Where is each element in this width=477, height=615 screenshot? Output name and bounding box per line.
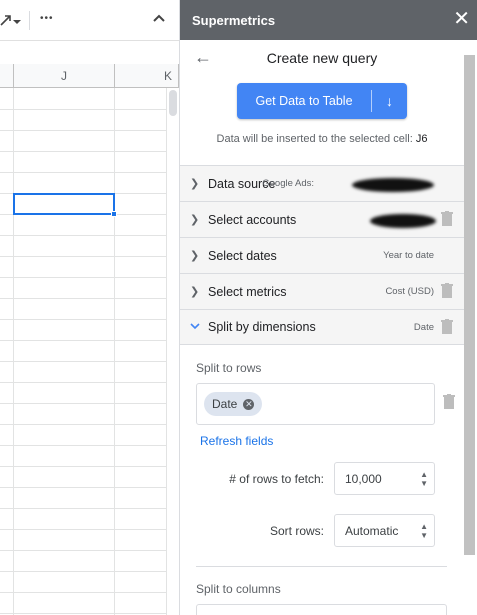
row-split-by-dimensions[interactable]: Split by dimensions Date [180, 309, 464, 345]
get-data-button-label[interactable]: Get Data to Table [237, 94, 371, 108]
sidebar-title: Supermetrics [192, 12, 276, 28]
row-select-metrics[interactable]: ❯ Select metrics Cost (USD) [180, 273, 464, 309]
trash-icon[interactable] [441, 283, 455, 299]
more-options-icon[interactable]: ••• [40, 13, 54, 24]
supermetrics-sidebar: Supermetrics ✕ ← Create new query Get Da… [179, 0, 477, 615]
sheet-scroll-thumb[interactable] [169, 90, 177, 116]
grid-line [0, 319, 168, 320]
sort-rows-value: Automatic [345, 523, 399, 538]
grid-line [0, 151, 168, 152]
chevron-right-icon: ❯ [190, 214, 200, 226]
grid-line [0, 256, 168, 257]
sheet-scrollbar[interactable] [166, 88, 179, 615]
grid-line [0, 466, 168, 467]
grid-line [0, 277, 168, 278]
insert-note: Data will be inserted to the selected ce… [180, 133, 464, 145]
rows-to-fetch-input[interactable]: 10,000 ▲ ▼ [334, 462, 435, 495]
grid-line [0, 529, 168, 530]
section-divider [196, 566, 447, 567]
grid-line [0, 445, 168, 446]
toolbar-divider [29, 11, 30, 30]
download-arrow-icon[interactable]: ↓ [372, 93, 407, 109]
stepper-icon[interactable]: ▲ ▼ [420, 522, 428, 540]
columns-dimension-field[interactable] [196, 604, 447, 615]
grid-line [0, 235, 168, 236]
chip-label: Date [212, 397, 238, 411]
column-header-k[interactable]: K [115, 64, 179, 88]
redacted-account-name [352, 178, 434, 192]
grid-line [0, 403, 168, 404]
row-value: Google Ads: [262, 178, 314, 189]
expand-arrow-icon[interactable] [0, 12, 14, 31]
refresh-fields-link[interactable]: Refresh fields [200, 434, 273, 448]
chevron-down-icon [190, 321, 208, 333]
sheet-toolbar: ••• [0, 0, 179, 41]
grid-line [0, 508, 168, 509]
row-data-source[interactable]: ❯ Data source Google Ads: [180, 165, 464, 201]
grid-line [0, 487, 168, 488]
dropdown-caret-icon[interactable] [13, 14, 21, 29]
grid-line [0, 550, 168, 551]
spreadsheet-area: ••• J K [0, 0, 179, 615]
dimension-chip[interactable]: Date ✕ [204, 392, 263, 416]
split-to-rows-label: Split to rows [196, 361, 262, 375]
chevron-right-icon: ❯ [190, 286, 200, 298]
trash-icon[interactable] [443, 394, 457, 410]
insert-cell: J6 [415, 133, 428, 145]
row-value: Cost (USD) [385, 286, 434, 297]
row-label: Split by dimensions [208, 320, 316, 334]
trash-icon[interactable] [441, 211, 455, 227]
grid-line [0, 613, 168, 614]
grid-line [0, 130, 168, 131]
sort-rows-select[interactable]: Automatic ▲ ▼ [334, 514, 435, 547]
fill-handle[interactable] [111, 211, 117, 217]
sort-rows-label: Sort rows: [269, 524, 324, 538]
row-label: Select dates [208, 248, 277, 263]
sidebar-scroll-thumb[interactable] [464, 55, 475, 555]
row-label: Select accounts [208, 212, 297, 227]
column-header-i[interactable] [0, 64, 14, 88]
remove-chip-icon[interactable]: ✕ [243, 398, 255, 410]
grid-line [0, 172, 168, 173]
redacted-account-id [370, 214, 436, 228]
screen: ••• J K Supermetrics ✕ ← Create new quer… [0, 0, 477, 615]
grid-line [114, 88, 115, 615]
rows-dimension-field[interactable]: Date ✕ [196, 383, 435, 425]
grid-line [0, 340, 168, 341]
get-data-button[interactable]: Get Data to Table ↓ [237, 83, 407, 119]
row-label: Select metrics [208, 284, 287, 299]
grid-line [0, 109, 168, 110]
selected-cell-j6[interactable] [13, 193, 115, 215]
chevron-right-icon: ❯ [190, 178, 200, 190]
rows-to-fetch-label: # of rows to fetch: [229, 472, 324, 486]
row-value: Date [413, 321, 434, 333]
trash-icon[interactable] [441, 319, 455, 335]
split-to-columns-label: Split to columns [196, 582, 281, 596]
row-value: Year to date [383, 250, 434, 261]
grid-line [13, 88, 14, 615]
chevron-right-icon: ❯ [190, 250, 200, 262]
grid-line [0, 298, 168, 299]
stepper-icon[interactable]: ▲ ▼ [420, 470, 428, 488]
sidebar-header: Supermetrics ✕ [180, 0, 477, 40]
grid-line [0, 361, 168, 362]
grid-line [0, 571, 168, 572]
grid-line [0, 424, 168, 425]
query-title: Create new query [266, 50, 378, 66]
close-icon[interactable]: ✕ [453, 9, 470, 29]
collapse-toolbar-icon[interactable] [152, 11, 166, 28]
row-select-accounts[interactable]: ❯ Select accounts [180, 201, 464, 237]
row-select-dates[interactable]: ❯ Select dates Year to date [180, 237, 464, 273]
rows-to-fetch-value: 10,000 [345, 471, 382, 486]
grid-line [0, 382, 168, 383]
column-header-j[interactable]: J [14, 64, 115, 88]
grid-line [0, 592, 168, 593]
query-steps: ❯ Data source Google Ads: ❯ Select accou… [180, 165, 464, 345]
insert-note-text: Data will be inserted to the selected ce… [216, 133, 413, 145]
